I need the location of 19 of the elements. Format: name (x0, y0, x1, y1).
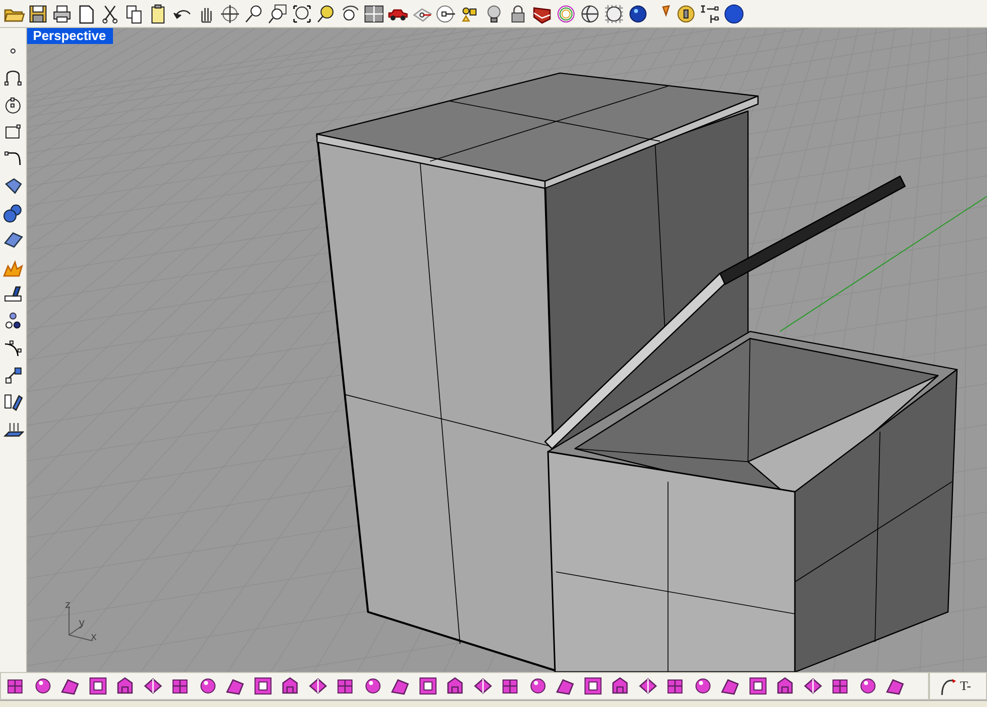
rotate-icon[interactable] (219, 2, 241, 24)
axis-label: z (65, 599, 70, 611)
zoom-window-icon[interactable] (267, 2, 289, 24)
circle-point-icon[interactable] (435, 2, 457, 24)
printer-icon[interactable] (51, 2, 73, 24)
sphere-grid-icon[interactable] (603, 2, 625, 24)
sphere-wireframe-icon[interactable] (579, 2, 601, 24)
command-label[interactable]: T- (960, 678, 972, 694)
perspective-viewport[interactable]: Perspective z y x (27, 28, 987, 672)
save-icon[interactable] (27, 2, 49, 24)
axis-label: x (91, 631, 96, 643)
help-icon[interactable] (723, 2, 745, 24)
grid-layout-icon[interactable] (363, 2, 385, 24)
shaded-sphere-icon[interactable] (627, 2, 649, 24)
axis-label: y (79, 617, 84, 629)
viewport-title[interactable]: Perspective (27, 28, 113, 44)
spheres-icon[interactable] (2, 202, 24, 224)
zoom-extents-icon[interactable] (291, 2, 313, 24)
color-wheel-icon[interactable] (555, 2, 577, 24)
